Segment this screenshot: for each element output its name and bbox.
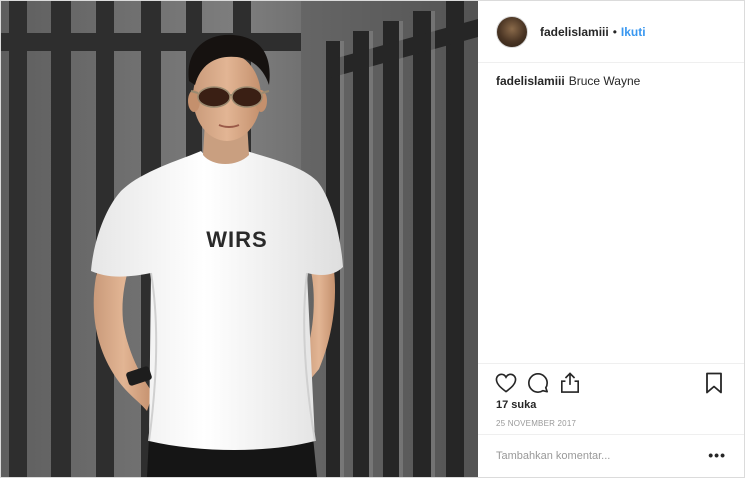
heart-icon[interactable] — [494, 371, 518, 395]
caption-text: Bruce Wayne — [568, 74, 641, 88]
post-dialog: WIRS fadelislamiii • Ikuti fadelislamiii… — [0, 0, 745, 478]
avatar[interactable] — [496, 15, 528, 48]
header-separator: • — [612, 24, 617, 39]
post-header: fadelislamiii • Ikuti — [478, 1, 744, 63]
header-username[interactable]: fadelislamiii — [540, 25, 609, 39]
post-date: 25 NOVEMBER 2017 — [496, 419, 577, 428]
caption-username[interactable]: fadelislamiii — [496, 74, 565, 88]
follow-button[interactable]: Ikuti — [621, 25, 646, 39]
more-options-icon[interactable]: ••• — [708, 448, 726, 462]
likes-count[interactable]: 17 suka — [496, 399, 536, 411]
comment-input[interactable] — [496, 450, 696, 462]
comment-bubble-icon[interactable] — [526, 371, 550, 395]
share-icon[interactable] — [558, 371, 582, 395]
post-photo[interactable]: WIRS — [1, 1, 478, 477]
bookmark-icon[interactable] — [702, 371, 726, 395]
comment-section: ••• — [478, 434, 744, 477]
shirt-print-text: WIRS — [206, 227, 267, 252]
action-bar — [478, 363, 744, 402]
post-caption: fadelislamiii Bruce Wayne — [496, 73, 730, 89]
post-side-panel: fadelislamiii • Ikuti fadelislamiii Bruce… — [478, 1, 744, 477]
